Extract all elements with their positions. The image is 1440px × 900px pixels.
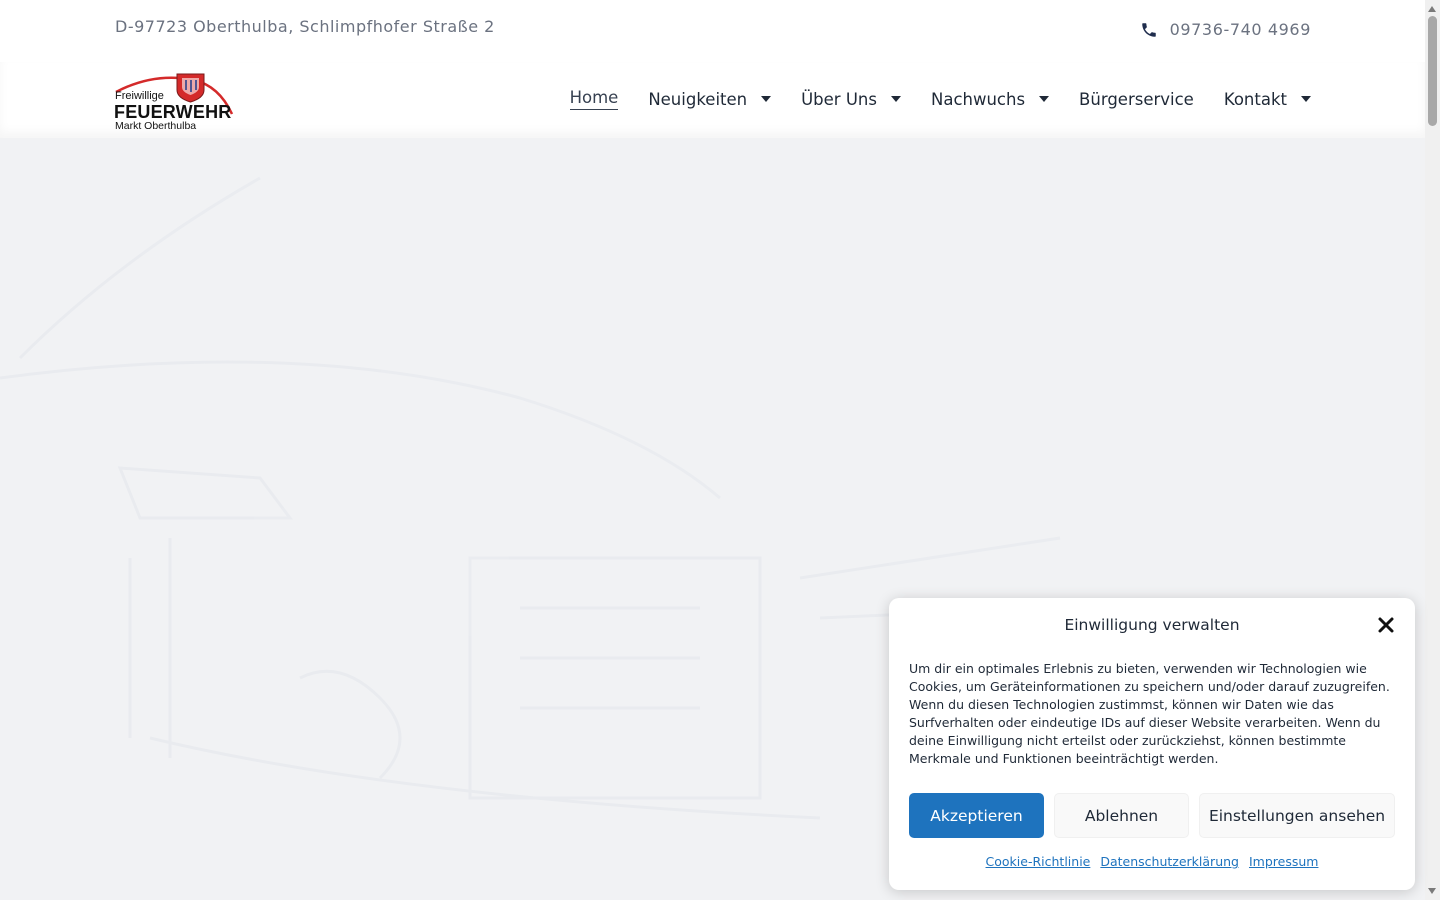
caret-down-icon[interactable] — [890, 96, 901, 102]
main-navigation: Home Neuigkeiten Über Uns Nachwuchs Bürg… — [569, 88, 1311, 110]
nav-item-nachwuchs[interactable]: Nachwuchs — [931, 90, 1050, 109]
nav-item-ueber-uns[interactable]: Über Uns — [801, 90, 901, 109]
cookie-consent-dialog: Einwilligung verwalten Um dir ein optima… — [889, 598, 1415, 890]
imprint-link[interactable]: Impressum — [1249, 854, 1318, 869]
cookie-policy-link[interactable]: Cookie-Richtlinie — [986, 854, 1091, 869]
view-settings-button[interactable]: Einstellungen ansehen — [1199, 793, 1395, 838]
scroll-up-icon[interactable] — [1428, 6, 1436, 12]
logo-text-line1: Freiwillige — [115, 90, 164, 102]
privacy-policy-link[interactable]: Datenschutzerklärung — [1100, 854, 1239, 869]
site-logo[interactable]: Freiwillige FEUERWEHR Markt Oberthulba — [114, 70, 234, 132]
consent-description: Um dir ein optimales Erlebnis zu bieten,… — [909, 661, 1390, 766]
phone-contact[interactable]: 09736-740 4969 — [1140, 20, 1311, 39]
phone-icon — [1141, 22, 1156, 37]
caret-down-icon[interactable] — [761, 96, 772, 102]
nav-label-buergerservice[interactable]: Bürgerservice — [1079, 90, 1194, 109]
logo-text-line3: Markt Oberthulba — [115, 120, 197, 132]
close-icon[interactable] — [1377, 616, 1395, 634]
address-text: D-97723 Oberthulba, Schlimpfhofer Straße… — [115, 17, 495, 36]
nav-item-home[interactable]: Home — [569, 88, 619, 110]
nav-item-buergerservice[interactable]: Bürgerservice — [1079, 90, 1194, 109]
page-scrollbar[interactable] — [1425, 0, 1440, 900]
scrollbar-thumb[interactable] — [1428, 16, 1437, 126]
phone-number[interactable]: 09736-740 4969 — [1170, 20, 1311, 39]
consent-links: Cookie-Richtlinie Datenschutzerklärung I… — [889, 854, 1415, 869]
main-header: Freiwillige FEUERWEHR Markt Oberthulba H… — [0, 62, 1425, 138]
scroll-down-icon[interactable] — [1428, 888, 1436, 894]
consent-title: Einwilligung verwalten — [1064, 616, 1240, 634]
caret-down-icon[interactable] — [1301, 96, 1311, 102]
nav-label-nachwuchs[interactable]: Nachwuchs — [931, 90, 1025, 109]
accept-button[interactable]: Akzeptieren — [909, 793, 1044, 838]
top-info-bar: D-97723 Oberthulba, Schlimpfhofer Straße… — [0, 0, 1425, 62]
nav-label-ueber-uns[interactable]: Über Uns — [801, 90, 877, 109]
caret-down-icon[interactable] — [1039, 96, 1050, 102]
deny-button[interactable]: Ablehnen — [1054, 793, 1189, 838]
nav-label-neuigkeiten[interactable]: Neuigkeiten — [648, 90, 747, 109]
nav-label-kontakt[interactable]: Kontakt — [1224, 90, 1287, 109]
nav-item-neuigkeiten[interactable]: Neuigkeiten — [648, 90, 772, 109]
nav-label-home[interactable]: Home — [569, 88, 619, 110]
nav-item-kontakt[interactable]: Kontakt — [1224, 90, 1311, 109]
